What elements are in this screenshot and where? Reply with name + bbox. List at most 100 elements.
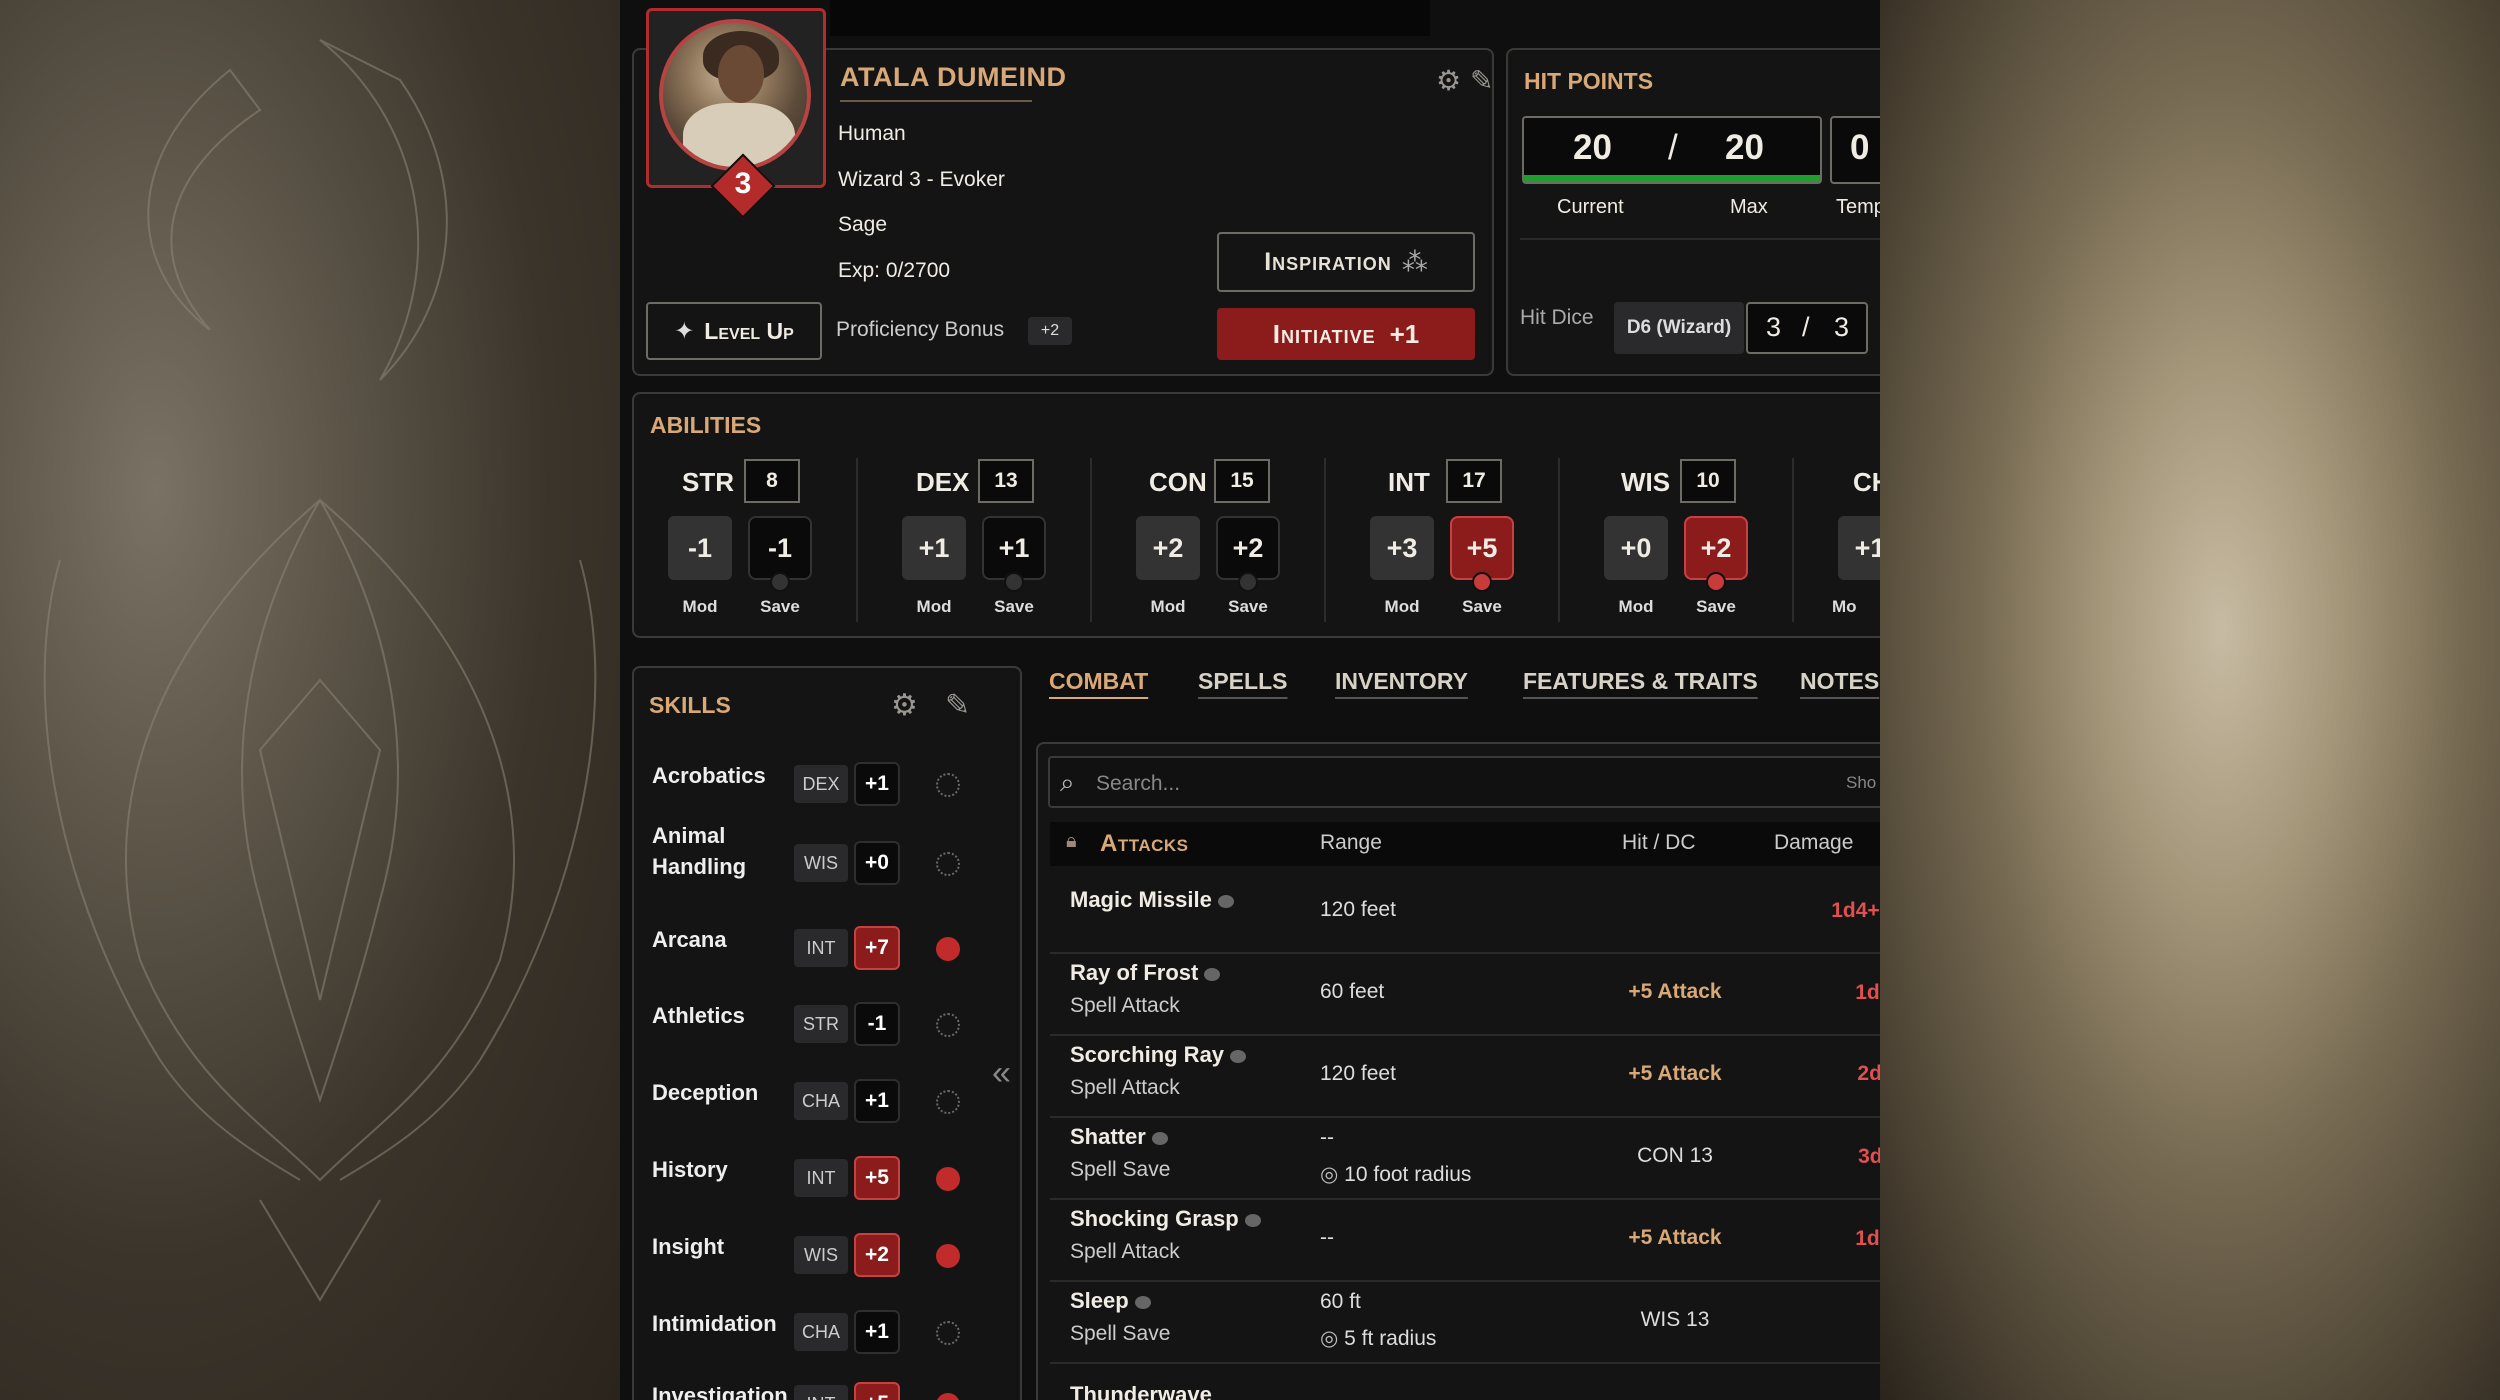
ability-dex-mod[interactable]: +1 xyxy=(902,516,966,580)
skill-modifier[interactable]: +1 xyxy=(854,1310,900,1354)
attack-row[interactable]: Shatter Spell Save -- ◎ 10 foot radius CON 1… xyxy=(1050,1118,1880,1200)
ability-wis-score[interactable]: 10 xyxy=(1680,459,1736,503)
skill-name[interactable]: Animal Handling xyxy=(652,820,762,882)
skill-modifier[interactable]: -1 xyxy=(854,1002,900,1046)
skill-name[interactable]: Acrobatics xyxy=(652,760,766,791)
character-class: Wizard 3 - Evoker xyxy=(838,168,1005,191)
skill-attribute: WIS xyxy=(794,844,848,882)
attack-damage[interactable]: 1d8↯ xyxy=(1790,1226,1880,1251)
skill-attribute: STR xyxy=(794,1005,848,1043)
hp-max-label: Max xyxy=(1730,196,1768,218)
hp-current[interactable]: 20 xyxy=(1573,128,1612,168)
collapse-panel-icon[interactable]: « xyxy=(992,1054,1011,1093)
note-bubble-icon xyxy=(1134,1295,1151,1309)
skill-proficiency-dot xyxy=(936,1167,960,1191)
attack-hit-dc[interactable]: +5 Attack xyxy=(1590,980,1760,1004)
attack-hit-dc: WIS 13 xyxy=(1640,1308,1710,1331)
skill-modifier[interactable]: +5 xyxy=(854,1156,900,1200)
skill-name[interactable]: Insight xyxy=(652,1231,724,1262)
note-bubble-icon xyxy=(1244,1213,1261,1227)
initiative-button[interactable]: Initiative +1 xyxy=(1217,308,1475,360)
skill-name[interactable]: Deception xyxy=(652,1077,758,1108)
ability-dex-score[interactable]: 13 xyxy=(978,459,1034,503)
hp-max: 20 xyxy=(1725,128,1764,167)
attack-hit-dc[interactable]: +5 Attack xyxy=(1590,1062,1760,1086)
ability-wis-save[interactable]: +2 xyxy=(1684,516,1748,580)
attack-name[interactable]: Thunderwave xyxy=(1070,1382,1212,1400)
ability-dex-save[interactable]: +1 xyxy=(982,516,1046,580)
attack-range: -- xyxy=(1320,1226,1334,1249)
note-bubble-icon xyxy=(1151,1131,1168,1145)
skill-modifier[interactable]: +5 xyxy=(854,1382,900,1400)
attack-range: 120 feet xyxy=(1320,1062,1396,1085)
skills-edit-pencil-icon[interactable]: ✎ xyxy=(945,688,970,723)
skills-settings-gear-icon[interactable]: ⚙ xyxy=(891,688,918,723)
ability-con-mod[interactable]: +2 xyxy=(1136,516,1200,580)
ability-wis-mod[interactable]: +0 xyxy=(1604,516,1668,580)
background-left xyxy=(0,0,620,1400)
skill-attribute: INT xyxy=(794,1385,848,1400)
ability-int-mod[interactable]: +3 xyxy=(1370,516,1434,580)
ability-str-score[interactable]: 8 xyxy=(744,459,800,503)
skill-attribute: WIS xyxy=(794,1236,848,1274)
hp-temp[interactable]: 0 xyxy=(1850,128,1869,168)
skill-modifier[interactable]: +1 xyxy=(854,1079,900,1123)
ability-int-name: INT xyxy=(1388,467,1430,497)
ability-con-save[interactable]: +2 xyxy=(1216,516,1280,580)
skill-attribute: CHA xyxy=(794,1082,848,1120)
area-radius-icon: ◎ xyxy=(1320,1163,1345,1186)
ability-dex-name: DEX xyxy=(916,467,970,497)
edit-pencil-icon[interactable]: ✎ xyxy=(1470,64,1493,97)
attack-damage[interactable]: 1d8❄ xyxy=(1790,980,1880,1005)
skill-modifier[interactable]: +0 xyxy=(854,841,900,885)
character-name: ATALA DUMEIND xyxy=(840,62,1067,92)
abilities-title: ABILITIES xyxy=(650,412,762,438)
ability-cha-mod[interactable]: +1 xyxy=(1838,516,1880,580)
ability-str-mod[interactable]: -1 xyxy=(668,516,732,580)
attack-row[interactable]: Shocking Grasp Spell Attack -- +5 Attack 1d8… xyxy=(1050,1200,1880,1282)
attack-row[interactable]: Sleep Spell Save 60 ft ◎ 5 ft radius WIS 13 xyxy=(1050,1282,1880,1364)
show-filter[interactable]: Sho xyxy=(1846,773,1876,793)
attack-row[interactable]: Ray of Frost Spell Attack 60 feet +5 Attack… xyxy=(1050,954,1880,1036)
attack-row[interactable]: Scorching Ray Spell Attack 120 feet +5 Atta… xyxy=(1050,1036,1880,1118)
ability-int-save[interactable]: +5 xyxy=(1450,516,1514,580)
wis-save-proficiency-dot xyxy=(1706,572,1726,592)
attack-damage[interactable]: 1d4+1✺ xyxy=(1790,898,1880,923)
attack-name: Shatter xyxy=(1070,1124,1168,1150)
skill-name[interactable]: Athletics xyxy=(652,1000,745,1031)
level-up-button[interactable]: ✦ Level Up xyxy=(646,302,822,360)
skill-modifier[interactable]: +2 xyxy=(854,1233,900,1277)
attack-name: Scorching Ray xyxy=(1070,1042,1247,1068)
tab-combat[interactable]: COMBAT xyxy=(1049,668,1148,695)
tab-spells[interactable]: SPELLS xyxy=(1198,668,1287,695)
character-exp: Exp: 0/2700 xyxy=(838,259,951,282)
tab-features-traits[interactable]: FEATURES & TRAITS xyxy=(1523,668,1758,695)
skill-name[interactable]: History xyxy=(652,1154,728,1185)
hp-temp-label: Temp xyxy=(1836,196,1880,218)
skill-name[interactable]: Investigation xyxy=(652,1380,788,1400)
skill-name[interactable]: Arcana xyxy=(652,924,727,955)
ability-int-score[interactable]: 17 xyxy=(1446,459,1502,503)
portrait-image xyxy=(659,19,811,171)
level-number: 3 xyxy=(734,167,752,200)
attack-damage[interactable]: 3d8⚡︎ xyxy=(1790,1144,1880,1169)
skills-title: SKILLS xyxy=(649,692,731,718)
attack-row[interactable]: Magic Missile 120 feet 1d4+1✺ xyxy=(1050,872,1880,954)
dex-save-proficiency-dot xyxy=(1004,572,1024,592)
search-input[interactable]: ⌕ Search... Sho xyxy=(1048,756,1880,808)
tab-notes[interactable]: NOTES xyxy=(1800,668,1879,695)
attack-range: 120 feet xyxy=(1320,898,1396,921)
col-damage: Damage xyxy=(1774,831,1854,854)
skill-name[interactable]: Intimidation xyxy=(652,1308,777,1339)
str-save-proficiency-dot xyxy=(770,572,790,592)
ability-str-save[interactable]: -1 xyxy=(748,516,812,580)
tab-inventory[interactable]: INVENTORY xyxy=(1335,668,1468,695)
attack-hit-dc[interactable]: +5 Attack xyxy=(1590,1226,1760,1250)
inspiration-button[interactable]: Inspiration ⁂ xyxy=(1217,232,1475,292)
skill-modifier[interactable]: +1 xyxy=(854,762,900,806)
skill-modifier[interactable]: +7 xyxy=(854,926,900,970)
settings-gear-icon[interactable]: ⚙ xyxy=(1436,64,1461,97)
col-range: Range xyxy=(1320,831,1382,854)
attack-damage[interactable]: 2d6🔥︎ xyxy=(1790,1062,1880,1086)
ability-con-score[interactable]: 15 xyxy=(1214,459,1270,503)
